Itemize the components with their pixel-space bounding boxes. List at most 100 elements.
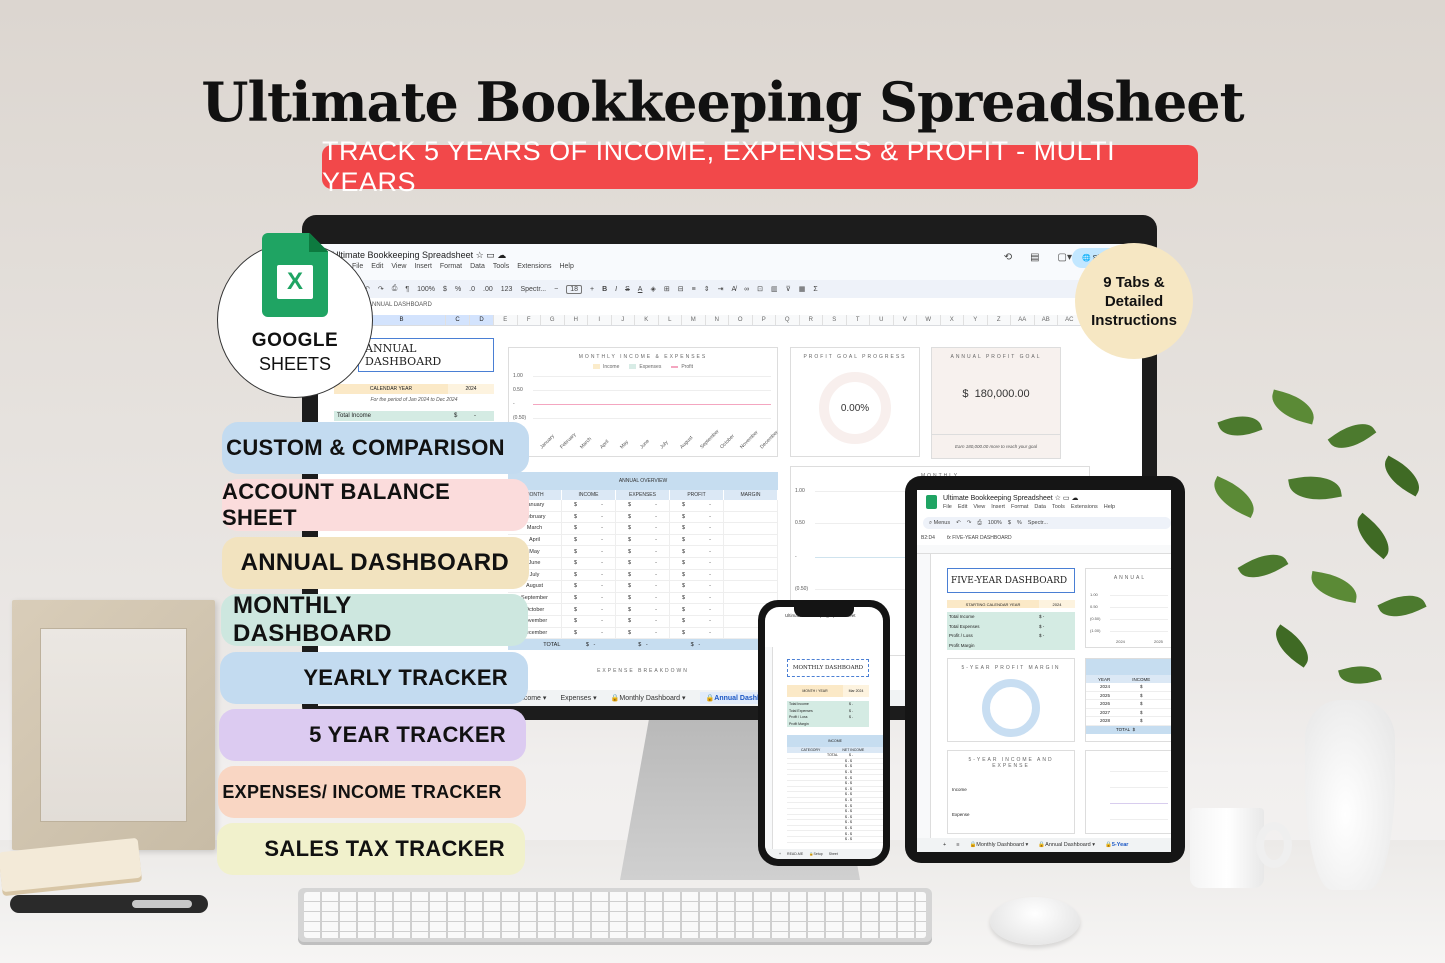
increase-decimal-button[interactable]: .00 — [483, 286, 493, 293]
font-size-decrease[interactable]: − — [554, 286, 558, 293]
column-header[interactable]: H — [565, 315, 588, 325]
wrap-icon[interactable]: ⇥ — [718, 285, 724, 293]
value-cell[interactable]: $ - — [616, 523, 670, 534]
tab-5-year[interactable]: 🔒5-Year — [1105, 842, 1128, 848]
tab-readme[interactable]: READ-ME — [787, 852, 803, 856]
value-cell[interactable]: $ - — [616, 592, 670, 604]
value-cell[interactable]: $ - — [670, 592, 724, 604]
functions-icon[interactable]: Σ — [813, 286, 817, 293]
percent-button[interactable]: % — [455, 286, 461, 293]
font-size-increase[interactable]: + — [590, 286, 594, 293]
column-header[interactable]: M — [682, 315, 706, 325]
value-cell[interactable]: $ - — [670, 569, 724, 581]
value-cell[interactable]: $ - — [670, 511, 724, 523]
name-box[interactable]: ANNUAL DASHBOARD — [368, 302, 432, 308]
menu-item[interactable]: Insert — [991, 504, 1005, 510]
column-header[interactable]: R — [800, 315, 823, 325]
menu-item[interactable]: Format — [1011, 504, 1028, 510]
font-select[interactable]: Spectr... — [1028, 520, 1048, 526]
merge-cells-icon[interactable]: ⊟ — [678, 285, 684, 293]
menu-extensions[interactable]: Extensions — [517, 263, 551, 270]
menu-item[interactable]: Tools — [1052, 504, 1065, 510]
value-cell[interactable]: $ - — [616, 500, 670, 511]
menu-item[interactable]: Help — [1104, 504, 1115, 510]
insert-chart-icon[interactable]: ▥ — [771, 285, 778, 293]
paint-format-icon[interactable]: ¶ — [405, 286, 409, 293]
comment-icon[interactable]: ▤ — [1030, 252, 1039, 263]
undo-icon[interactable]: ↶ — [956, 520, 961, 526]
column-header[interactable]: G — [541, 315, 565, 325]
add-sheet-icon[interactable]: + — [943, 842, 946, 848]
menu-item[interactable]: File — [943, 504, 952, 510]
value-cell[interactable]: $ - — [616, 546, 670, 557]
value-cell[interactable]: $ - — [562, 500, 616, 511]
currency-button[interactable]: $ — [1008, 520, 1011, 526]
print-icon[interactable]: ⎙ — [977, 520, 981, 527]
column-header[interactable]: V — [894, 315, 917, 325]
formula-bar[interactable]: FIVE-YEAR DASHBOARD — [952, 535, 1011, 541]
menu-item[interactable]: View — [973, 504, 985, 510]
menu-data[interactable]: Data — [470, 263, 485, 270]
redo-icon[interactable]: ↷ — [967, 520, 972, 526]
tab-setup[interactable]: 🔒Setup — [809, 852, 823, 856]
column-header[interactable]: L — [659, 315, 682, 325]
filter-views-icon[interactable]: ▦ — [799, 285, 806, 293]
zoom-select[interactable]: 100% — [988, 520, 1002, 526]
fill-color-icon[interactable]: ◈ — [650, 285, 655, 293]
font-select[interactable]: Spectr... — [520, 286, 546, 293]
value-cell[interactable]: $ - — [670, 534, 724, 546]
value-cell[interactable]: $ - — [670, 615, 724, 627]
menu-help[interactable]: Help — [559, 263, 573, 270]
strikethrough-icon[interactable]: S — [625, 286, 630, 293]
value-cell[interactable]: $ - — [616, 627, 670, 639]
menu-item[interactable]: Edit — [958, 504, 967, 510]
column-header[interactable]: Y — [964, 315, 988, 325]
add-sheet-icon[interactable]: + — [779, 852, 781, 856]
meet-icon[interactable]: ▢▾ — [1058, 252, 1072, 263]
value-cell[interactable]: $ - — [562, 604, 616, 615]
tab-monthly-dashboard[interactable]: 🔒Monthly Dashboard ▾ — [611, 694, 686, 702]
text-color-icon[interactable]: A — [638, 286, 643, 293]
zoom-select[interactable]: 100% — [417, 286, 435, 293]
tab-annual-dashboard[interactable]: 🔒Annual Dashboard ▾ — [1038, 842, 1095, 848]
column-header[interactable]: T — [847, 315, 870, 325]
value-cell[interactable]: $ - — [670, 627, 724, 639]
redo-icon[interactable]: ↷ — [378, 285, 384, 293]
column-header[interactable]: S — [823, 315, 847, 325]
more-formats-button[interactable]: 123 — [501, 286, 513, 293]
print-icon[interactable]: ⎙ — [392, 285, 398, 293]
column-header[interactable]: E — [494, 315, 518, 325]
doc-title[interactable]: Ultimate Bookkeeping Spreadsheet — [332, 250, 473, 260]
annual-goal-amount[interactable]: 180,000.00 — [975, 388, 1030, 400]
history-icon[interactable]: ⟲ — [1004, 252, 1012, 263]
value-cell[interactable]: $ - — [616, 581, 670, 592]
value-cell[interactable]: $ - — [562, 557, 616, 569]
borders-icon[interactable]: ⊞ — [664, 285, 670, 293]
column-header[interactable]: Q — [776, 315, 800, 325]
search-menus[interactable]: ⌕ Menus — [929, 520, 950, 527]
currency-button[interactable]: $ — [443, 286, 447, 293]
menu-edit[interactable]: Edit — [371, 263, 383, 270]
column-header[interactable]: U — [870, 315, 894, 325]
value-cell[interactable]: $ - — [670, 500, 724, 511]
menu-insert[interactable]: Insert — [414, 263, 432, 270]
value-cell[interactable]: $ - — [670, 557, 724, 569]
menu-item[interactable]: Extensions — [1071, 504, 1098, 510]
month-year-values[interactable]: Mar 2024 — [843, 685, 869, 697]
value-cell[interactable]: $ - — [670, 604, 724, 615]
column-header[interactable]: D — [470, 315, 494, 325]
folder-icon[interactable]: ▭ — [486, 250, 495, 261]
cell-reference[interactable]: B2:D4 — [921, 535, 935, 541]
column-header[interactable]: AA — [1011, 315, 1035, 325]
star-icon[interactable]: ☆ — [476, 250, 484, 261]
column-header[interactable]: P — [753, 315, 776, 325]
italic-icon[interactable]: I — [615, 286, 617, 293]
value-cell[interactable]: $ - — [562, 523, 616, 534]
calendar-year-value[interactable]: 2024 — [448, 384, 494, 394]
filter-icon[interactable]: ⊽ — [786, 285, 791, 293]
value-cell[interactable]: $ - — [670, 581, 724, 592]
column-header[interactable]: F — [518, 315, 541, 325]
value-cell[interactable]: $ - — [670, 546, 724, 557]
monthly-dashboard-title[interactable]: MONTHLY DASHBOARD — [787, 659, 869, 677]
value-cell[interactable]: $ - — [670, 523, 724, 534]
